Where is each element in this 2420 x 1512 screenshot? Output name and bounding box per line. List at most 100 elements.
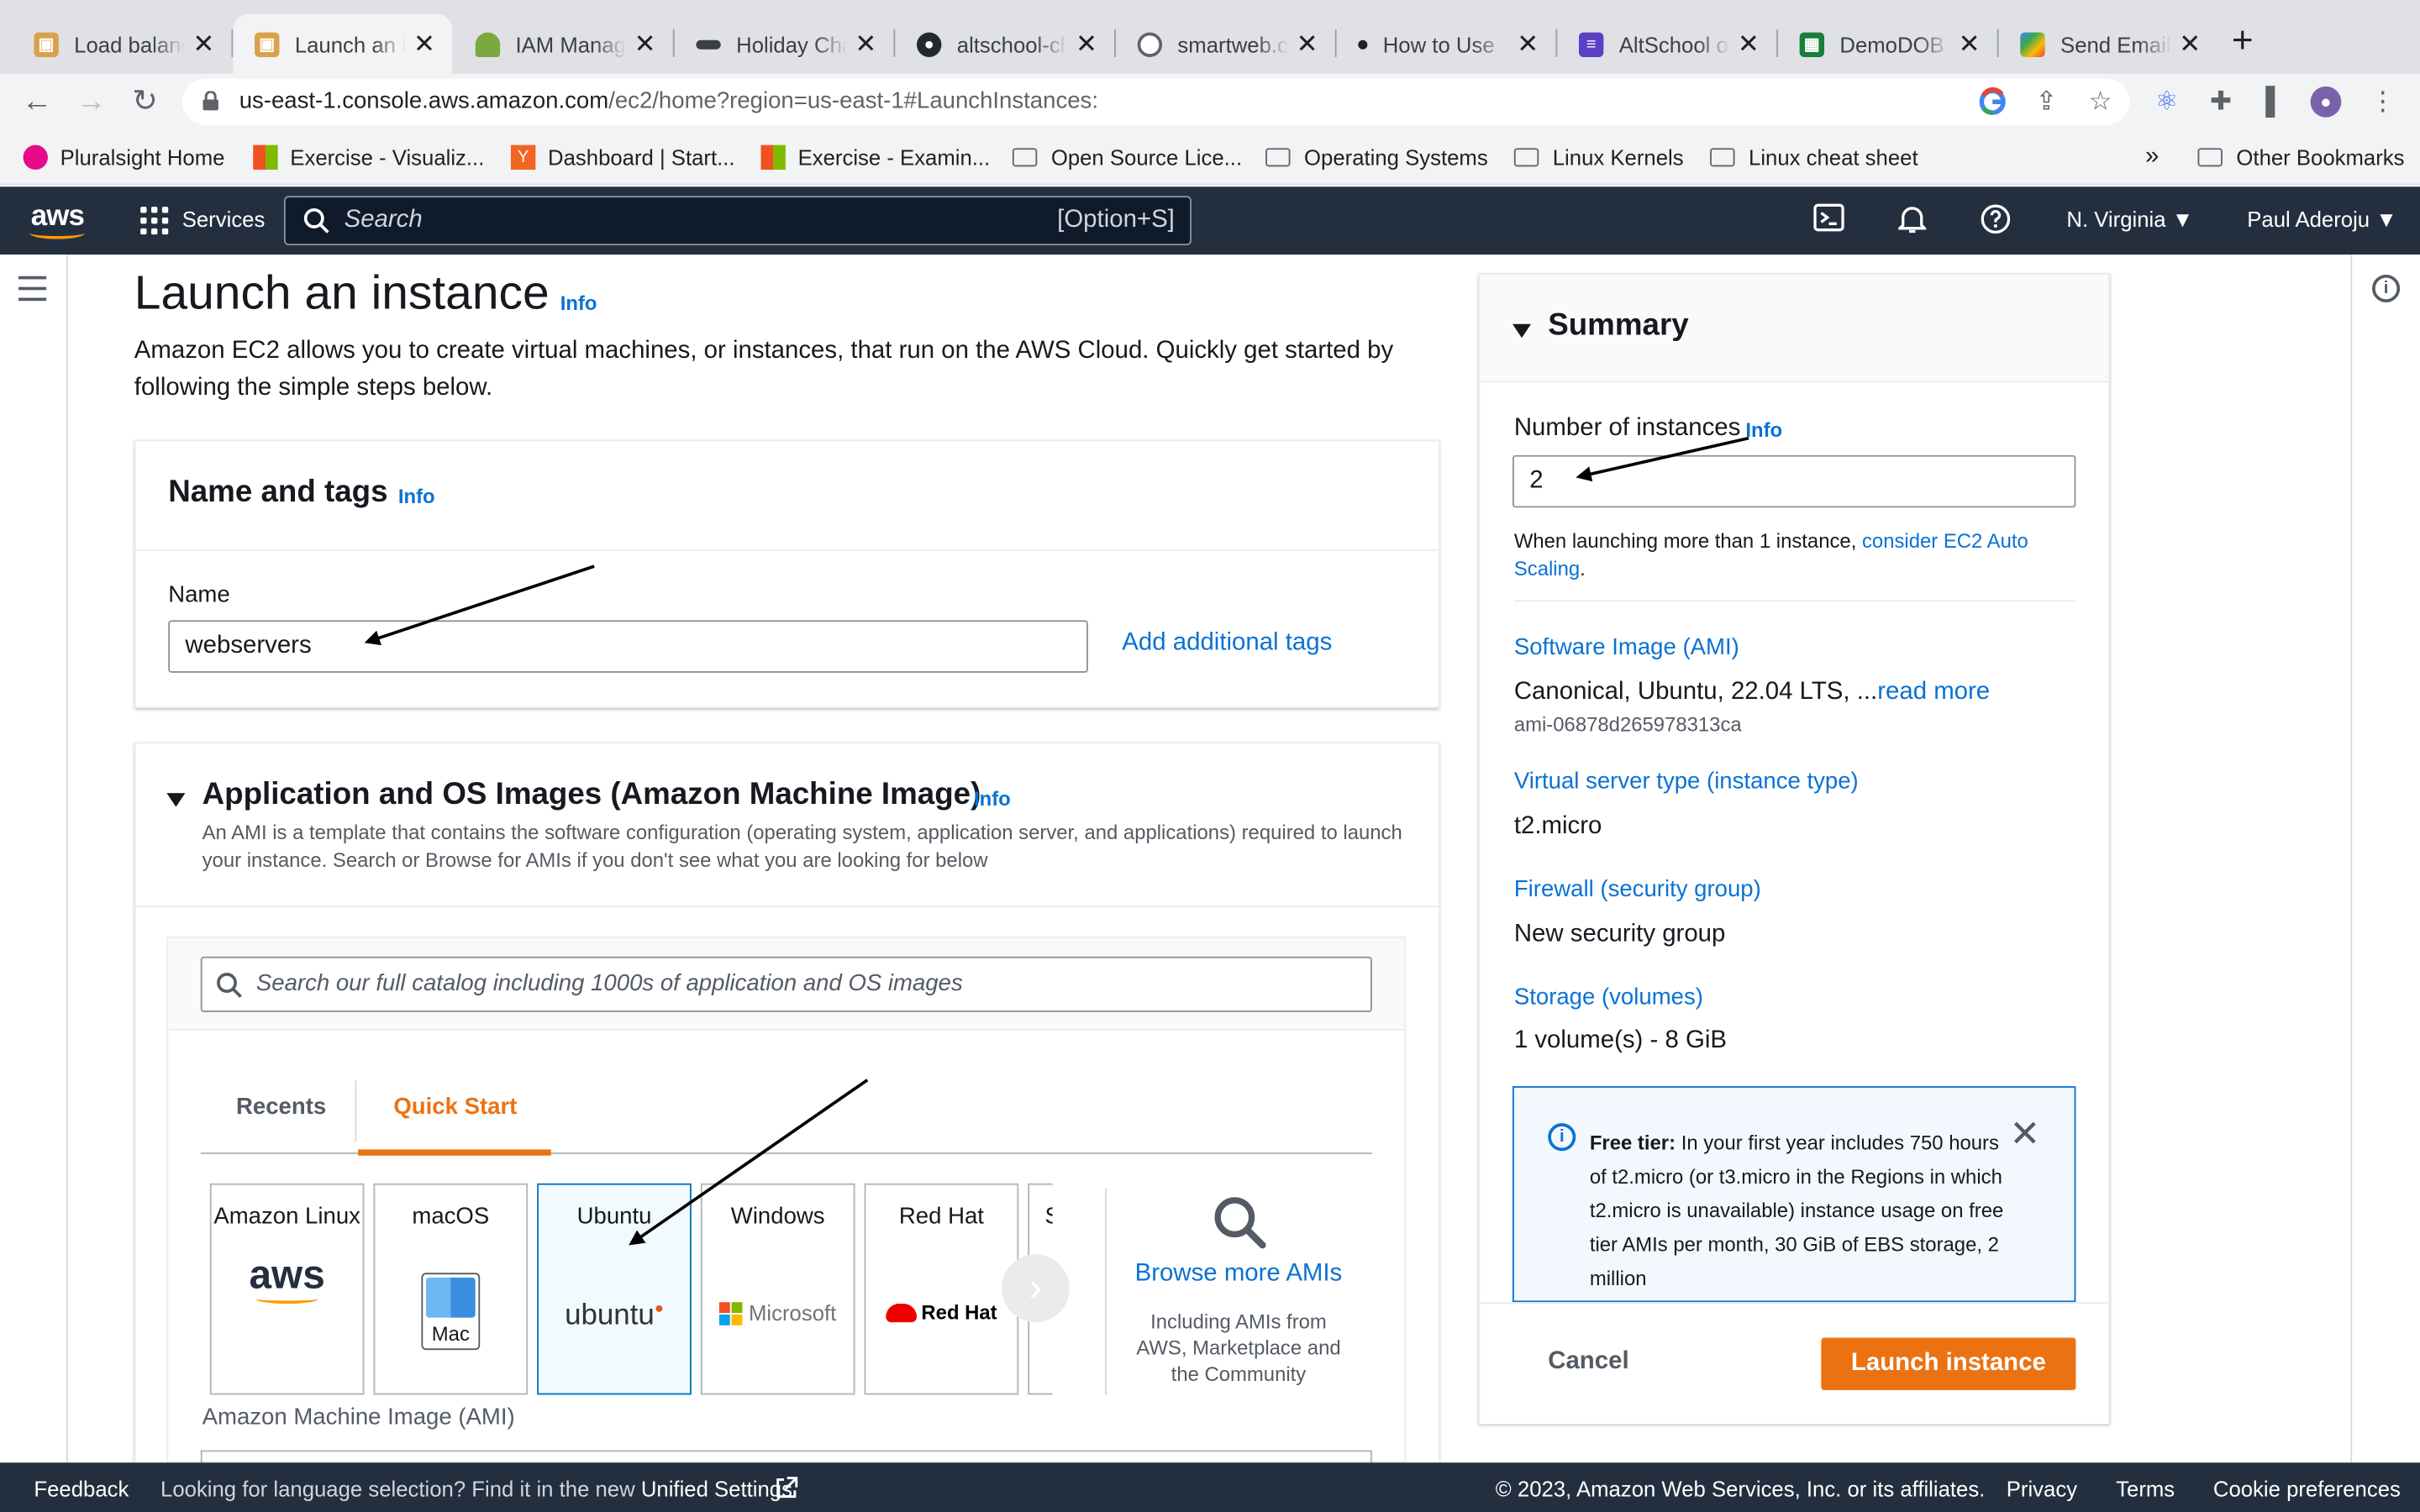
close-icon[interactable]: ✕ [2009,1116,2040,1154]
close-tab-icon[interactable]: ✕ [192,29,216,60]
bookmark-folder-other[interactable]: Other Bookmarks [2197,144,2405,171]
ami-info-link[interactable]: Info [974,787,1011,811]
side-panel-icon[interactable]: ▌ [2260,87,2291,118]
os-name: Red Hat [898,1203,984,1230]
browse-more-amis-link[interactable]: Browse more AMIs [1119,1261,1359,1289]
browser-tab-active[interactable]: ▣ Launch an i ✕ [233,13,453,75]
bookmark-pluralsight[interactable]: Pluralsight Home [23,144,225,171]
notifications-bell-icon[interactable] [1896,203,1929,237]
close-tab-icon[interactable]: ✕ [1516,29,1540,60]
close-tab-icon[interactable]: ✕ [412,29,436,60]
browser-tab[interactable]: ▦ DemoDOB ✕ [1778,14,1997,75]
privacy-link[interactable]: Privacy [2007,1477,2077,1501]
browser-tab[interactable]: smartweb.c ✕ [1116,14,1335,75]
close-tab-icon[interactable]: ✕ [2178,29,2202,60]
folder-icon [1012,148,1038,167]
add-additional-tags-link[interactable]: Add additional tags [1122,629,1332,657]
browser-tab[interactable]: How to Use ✕ [1337,14,1556,75]
instances-info-link[interactable]: Info [1745,418,1782,442]
red-hat-logo: Red Hat [865,1294,1017,1331]
share-icon[interactable]: ⇪ [2031,87,2062,118]
bookmark-exercise-examine[interactable]: Exercise - Examin... [760,144,990,171]
tab-recents[interactable]: Recents [236,1094,326,1120]
info-panel-icon[interactable]: i [2372,274,2401,302]
new-tab-icon[interactable]: + [2232,23,2254,60]
os-tile-amazon-linux[interactable]: Amazon Linux aws [209,1183,365,1395]
bookmark-label: Pluralsight Home [60,144,225,171]
forward-arrow-icon[interactable]: → [72,83,109,120]
browser-tab[interactable]: Send Email ✕ [1999,14,2218,75]
bookmark-dashboard[interactable]: Y Dashboard | Start... [510,144,735,171]
instances-input[interactable]: 2 [1512,454,2076,508]
google-icon[interactable] [1977,87,2008,118]
bookmark-star-icon[interactable]: ☆ [2085,87,2116,118]
browser-tab[interactable]: ▣ Load balanc ✕ [13,14,232,75]
name-input-value: webservers [185,633,312,659]
close-tab-icon[interactable]: ✕ [1736,29,1760,60]
lock-icon[interactable] [203,90,219,111]
tab-quick-start[interactable]: Quick Start [393,1094,517,1120]
browser-tab[interactable]: ● altschool-cl ✕ [895,14,1114,75]
firewall-link[interactable]: Firewall (security group) [1514,876,1761,902]
mac-label: Mac [431,1322,470,1346]
services-grid-icon[interactable] [140,207,169,235]
bookmark-label: Other Bookmarks [2236,144,2405,171]
instance-type-link[interactable]: Virtual server type (instance type) [1514,769,1859,795]
name-tags-info-link[interactable]: Info [398,485,435,508]
cloudshell-icon[interactable] [1812,203,1845,237]
bookmarks-overflow-chevron[interactable]: » [2145,144,2159,171]
holiday-icon [696,39,721,49]
browse-search-icon[interactable] [1212,1194,1267,1250]
browser-menu-icon[interactable]: ⋮ [2368,87,2399,118]
bookmark-folder-linux-cheat-sheet[interactable]: Linux cheat sheet [1710,144,1918,171]
services-menu[interactable]: Services [182,207,266,231]
collapse-caret-icon[interactable] [166,787,186,815]
launch-instance-button[interactable]: Launch instance [1821,1337,2076,1390]
caret-down-icon: ▼ [2171,207,2194,232]
storage-link[interactable]: Storage (volumes) [1514,984,1703,1011]
os-name: Windows [730,1203,825,1230]
github-icon: ● [917,31,942,57]
unified-settings-link[interactable]: Unified Settings [641,1477,792,1501]
os-tile-windows[interactable]: Windows Microsoft [700,1183,855,1395]
account-menu[interactable]: Paul Aderoju ▼ [2247,207,2396,231]
close-tab-icon[interactable]: ✕ [1957,29,1981,60]
terms-link[interactable]: Terms [2116,1477,2175,1501]
feedback-link[interactable]: Feedback [34,1477,129,1501]
folder-icon [1513,148,1539,167]
url-path: /ec2/home?region=us-east-1#LaunchInstanc… [608,87,1098,114]
close-tab-icon[interactable]: ✕ [633,29,657,60]
software-image-link[interactable]: Software Image (AMI) [1514,634,1739,660]
browser-tab[interactable]: Holiday Cha ✕ [675,14,894,75]
help-icon[interactable] [1979,203,2012,237]
close-tab-icon[interactable]: ✕ [1295,29,1319,60]
react-devtools-icon[interactable]: ⚛ [2151,87,2182,118]
os-tile-red-hat[interactable]: Red Hat Red Hat [864,1183,1019,1395]
collapse-caret-icon[interactable] [1512,318,1532,345]
caret-down-icon: ▼ [2375,207,2397,232]
folder-icon [1710,148,1735,167]
region-selector[interactable]: N. Virginia ▼ [2066,207,2193,231]
page-info-link[interactable]: Info [560,291,597,315]
cancel-button[interactable]: Cancel [1548,1348,1628,1376]
cookie-preferences-link[interactable]: Cookie preferences [2213,1477,2401,1501]
os-tile-macos[interactable]: macOS Mac [373,1183,529,1395]
url-text[interactable]: us-east-1.console.aws.amazon.com/ec2/hom… [239,88,1098,114]
bookmark-exercise-visualize[interactable]: Exercise - Visualiz... [253,144,484,171]
read-more-link[interactable]: read more [1877,679,1990,705]
os-tile-ubuntu[interactable]: Ubuntu ubuntu● [537,1183,692,1395]
reload-icon[interactable]: ↻ [127,83,164,120]
browser-tab[interactable]: IAM Manage ✕ [454,14,673,75]
hamburger-menu-icon[interactable] [18,276,47,302]
bookmark-folder-open-source[interactable]: Open Source Lice... [1012,144,1242,171]
extensions-icon[interactable]: ✚ [2206,87,2237,118]
browser-tab[interactable]: ≡ AltSchool o ✕ [1557,14,1776,75]
bookmark-folder-linux-kernels[interactable]: Linux Kernels [1513,144,1684,171]
close-tab-icon[interactable]: ✕ [854,29,878,60]
close-tab-icon[interactable]: ✕ [1074,29,1098,60]
name-input[interactable]: webservers [168,620,1088,673]
profile-avatar-icon[interactable]: ● [2310,86,2342,118]
carousel-next-icon[interactable]: › [1002,1254,1070,1323]
back-arrow-icon[interactable]: ← [18,83,55,120]
bookmark-folder-operating-systems[interactable]: Operating Systems [1265,144,1488,171]
